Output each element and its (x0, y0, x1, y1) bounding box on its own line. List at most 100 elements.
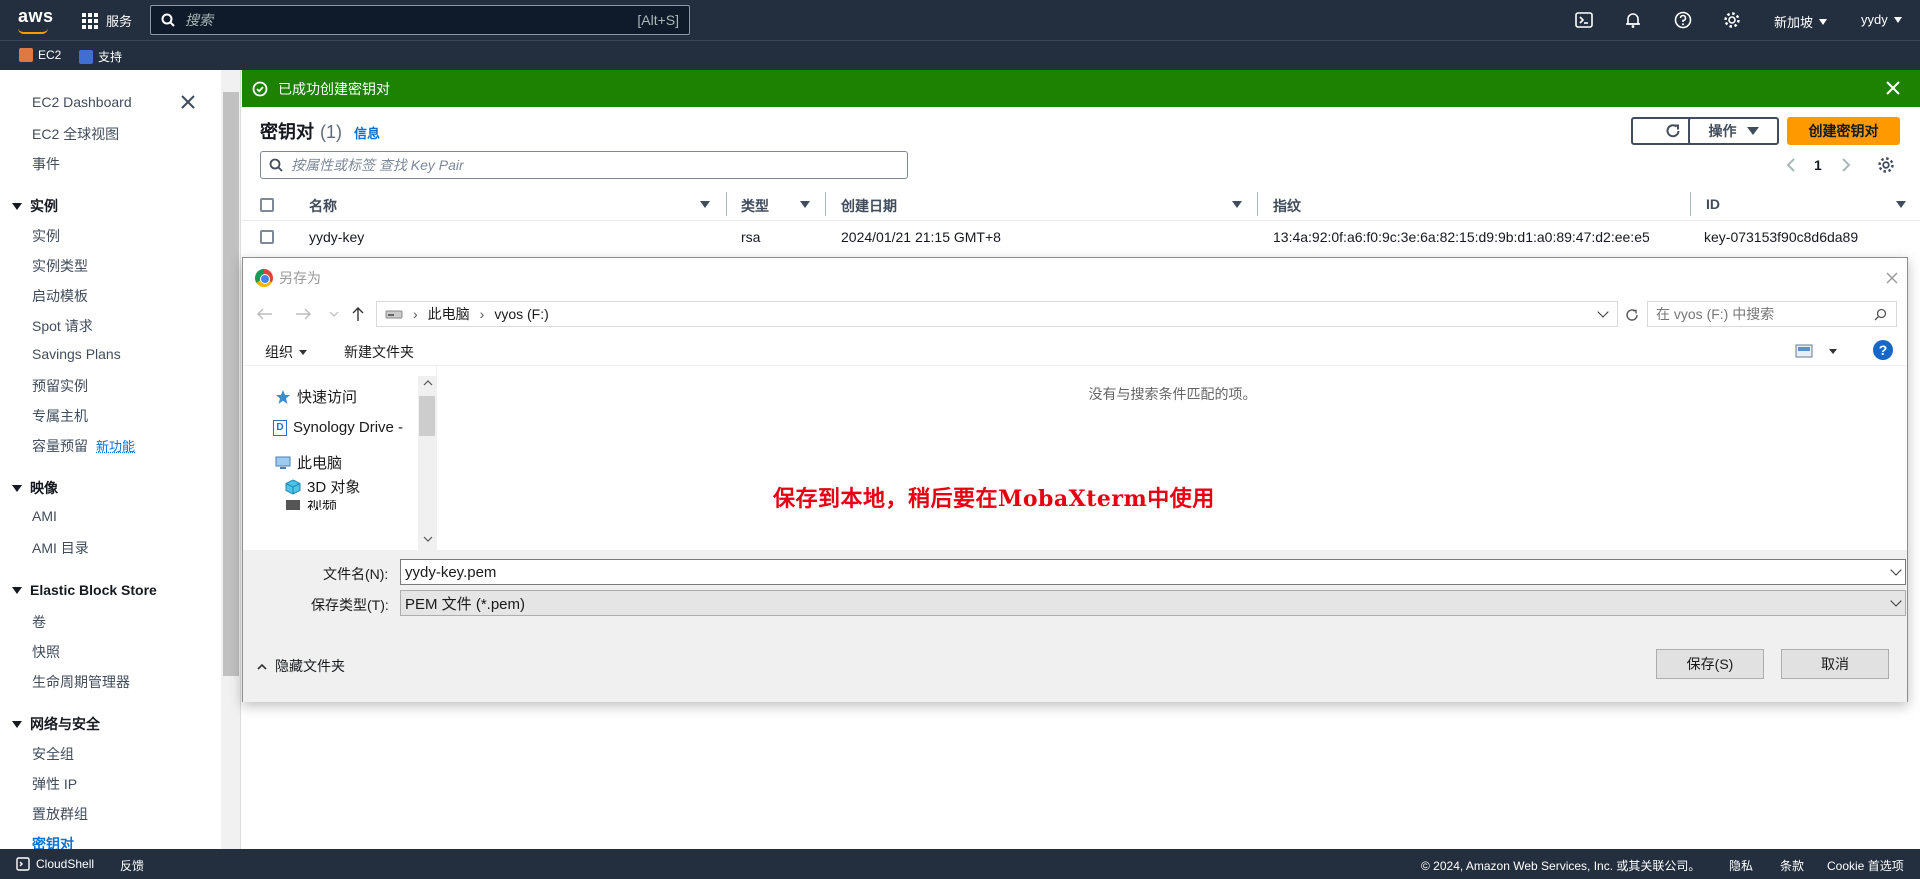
sidebar-item-security-groups[interactable]: 安全组 (32, 744, 74, 764)
sidebar-item-ami-catalog[interactable]: AMI 目录 (32, 538, 89, 558)
sidebar-scrollbar-thumb[interactable] (223, 92, 239, 676)
aws-logo[interactable]: aws (18, 6, 54, 27)
cookie-preferences-link[interactable]: Cookie 首选项 (1827, 857, 1904, 874)
info-link[interactable]: 信息 (354, 123, 380, 142)
organize-menu[interactable]: 组织 (265, 342, 307, 362)
actions-button[interactable]: 操作 (1688, 117, 1779, 145)
cancel-button[interactable]: 取消 (1781, 649, 1889, 679)
back-arrow-icon[interactable] (257, 308, 273, 320)
terms-link[interactable]: 条款 (1780, 857, 1804, 874)
sidebar-item-snapshots[interactable]: 快照 (32, 642, 60, 662)
up-arrow-icon[interactable] (351, 306, 365, 322)
feedback-link[interactable]: 反馈 (120, 857, 144, 874)
view-options-icon[interactable] (1795, 344, 1813, 358)
gear-icon[interactable] (1720, 8, 1744, 32)
services-menu[interactable]: 服务 (82, 11, 132, 30)
sidebar-item-savings-plans[interactable]: Savings Plans (32, 346, 121, 362)
sidebar-item-capacity-reservations[interactable]: 容量预留 新功能 (32, 436, 135, 456)
sidebar-section-images[interactable]: 映像 (12, 478, 58, 498)
column-header-fingerprint[interactable]: 指纹 (1273, 196, 1301, 216)
forward-arrow-icon[interactable] (295, 308, 311, 320)
sidebar-section-ebs[interactable]: Elastic Block Store (12, 582, 157, 598)
save-button[interactable]: 保存(S) (1656, 649, 1764, 679)
chevron-down-icon[interactable] (1890, 564, 1902, 576)
breadcrumb-this-pc[interactable]: 此电脑 (428, 304, 470, 324)
tree-scrollbar-thumb[interactable] (419, 396, 435, 436)
chevron-left-icon[interactable] (1786, 157, 1796, 173)
scroll-up-icon[interactable] (423, 380, 433, 386)
global-search[interactable]: 搜索 [Alt+S] (150, 5, 690, 35)
sidebar-item-ami[interactable]: AMI (32, 508, 57, 524)
new-badge[interactable]: 新功能 (96, 439, 135, 454)
sidebar-item-volumes[interactable]: 卷 (32, 612, 46, 632)
filetype-select[interactable]: PEM 文件 (*.pem) (400, 590, 1906, 616)
breadcrumb-drive[interactable]: vyos (F:) (494, 306, 548, 322)
sidebar-item-instances[interactable]: 实例 (32, 226, 60, 246)
column-divider[interactable] (825, 192, 826, 216)
sort-icon[interactable] (800, 201, 810, 208)
new-folder-button[interactable]: 新建文件夹 (344, 342, 414, 362)
tree-item-this-pc[interactable]: 此电脑 (275, 452, 342, 473)
sort-icon[interactable] (1232, 201, 1242, 208)
sidebar-section-network-security[interactable]: 网络与安全 (12, 714, 100, 734)
close-icon[interactable] (181, 95, 195, 109)
hide-folders-toggle[interactable]: 隐藏文件夹 (257, 656, 345, 676)
sidebar-section-instances[interactable]: 实例 (12, 196, 58, 216)
close-icon[interactable] (1886, 272, 1898, 284)
folder-search-input[interactable]: 在 vyos (F:) 中搜索 (1647, 301, 1897, 327)
sidebar-item-launch-templates[interactable]: 启动模板 (32, 286, 88, 306)
tree-item-videos[interactable]: 视频 (285, 500, 337, 510)
column-header-type[interactable]: 类型 (741, 196, 769, 216)
cloudshell-icon[interactable] (1572, 8, 1596, 32)
sidebar-item-dedicated-hosts[interactable]: 专属主机 (32, 406, 88, 426)
sidebar-item-global-view[interactable]: EC2 全球视图 (32, 124, 119, 144)
sidebar-item-elastic-ip[interactable]: 弹性 IP (32, 774, 77, 794)
refresh-icon[interactable] (1624, 307, 1640, 323)
sidebar-item-reserved-instances[interactable]: 预留实例 (32, 376, 88, 396)
sidebar-item-dashboard[interactable]: EC2 Dashboard (32, 94, 132, 110)
region-selector[interactable]: 新加坡 (1774, 12, 1828, 31)
sort-icon[interactable] (700, 201, 710, 208)
cloudshell-link[interactable]: CloudShell (16, 857, 94, 871)
filetype-value: PEM 文件 (*.pem) (405, 595, 526, 613)
sidebar-item-placement-groups[interactable]: 置放群组 (32, 804, 88, 824)
privacy-link[interactable]: 隐私 (1729, 857, 1753, 874)
sidebar-item-spot-requests[interactable]: Spot 请求 (32, 316, 93, 336)
column-divider[interactable] (1690, 192, 1691, 216)
sort-icon[interactable] (1896, 201, 1906, 208)
column-divider[interactable] (1257, 192, 1258, 216)
chevron-right-icon[interactable] (1841, 157, 1851, 173)
bell-icon[interactable] (1621, 8, 1645, 32)
chevron-down-icon[interactable] (1597, 306, 1609, 318)
tree-item-quick-access[interactable]: 快速访问 (275, 386, 357, 407)
column-header-name[interactable]: 名称 (309, 196, 337, 216)
favorite-support[interactable]: 支持 (79, 48, 122, 65)
help-icon[interactable]: ? (1873, 340, 1893, 360)
sidebar-item-instance-types[interactable]: 实例类型 (32, 256, 88, 276)
column-divider[interactable] (726, 192, 727, 216)
filename-input[interactable]: yydy-key.pem (400, 559, 1906, 585)
file-list-area[interactable]: 没有与搜索条件匹配的项。 (436, 366, 1907, 550)
select-all-checkbox[interactable] (260, 198, 274, 212)
sidebar-item-key-pairs[interactable]: 密钥对 (32, 834, 74, 849)
favorite-ec2[interactable]: EC2 (19, 48, 61, 62)
recent-dropdown-icon[interactable] (329, 311, 339, 317)
dismiss-icon[interactable] (1886, 81, 1900, 95)
address-bar[interactable]: › 此电脑 › vyos (F:) (376, 301, 1618, 327)
scroll-down-icon[interactable] (423, 536, 433, 542)
tree-item-3d-objects[interactable]: 3D 对象 (285, 476, 360, 497)
settings-icon[interactable] (1877, 156, 1895, 174)
user-menu[interactable]: yydy (1861, 12, 1902, 27)
caret-down-icon[interactable] (1829, 349, 1837, 354)
sidebar-item-lifecycle-manager[interactable]: 生命周期管理器 (32, 672, 130, 692)
create-key-pair-button[interactable]: 创建密钥对 (1787, 117, 1900, 145)
page-number[interactable]: 1 (1814, 157, 1822, 173)
chevron-down-icon[interactable] (1890, 595, 1902, 607)
help-icon[interactable] (1671, 8, 1695, 32)
column-header-id[interactable]: ID (1706, 196, 1720, 212)
sidebar-item-events[interactable]: 事件 (32, 154, 60, 174)
column-header-created[interactable]: 创建日期 (841, 196, 897, 216)
row-checkbox[interactable] (260, 230, 274, 244)
tree-item-synology-drive[interactable]: D Synology Drive - (273, 419, 403, 436)
filter-input[interactable]: 按属性或标签 查找 Key Pair (260, 151, 908, 179)
